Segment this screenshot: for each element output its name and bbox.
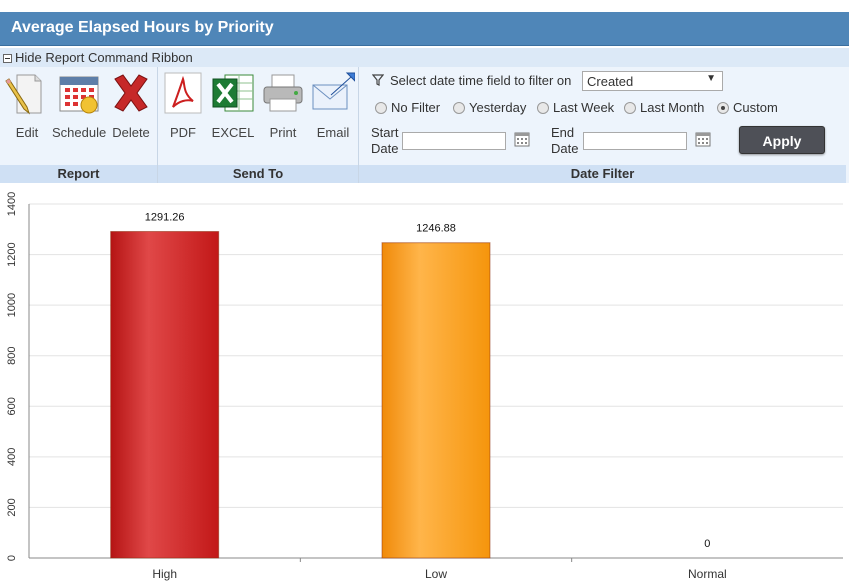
edit-label: Edit — [15, 125, 39, 140]
radio-dot[interactable] — [537, 102, 549, 114]
command-ribbon: Edit Schedule Delete Report PDF EXCEL Pr… — [0, 67, 849, 183]
edit-button[interactable]: Edit — [0, 71, 54, 141]
delete-icon — [114, 74, 148, 112]
apply-button[interactable]: Apply — [739, 126, 825, 154]
x-tick-label: Normal — [688, 567, 727, 581]
radio-label: No Filter — [391, 100, 441, 115]
date-filter-group-title: Date Filter — [359, 165, 846, 183]
y-tick-label: 200 — [6, 498, 18, 516]
send-to-group-title: Send To — [158, 165, 358, 183]
bar-chart: 0 200 400 600 800 1000 1200 1400 1291.26 High 1246… — [0, 186, 849, 588]
excel-label: EXCEL — [211, 125, 255, 140]
report-group: Edit Schedule Delete Report — [0, 67, 158, 183]
end-date-label: End Date — [551, 125, 579, 156]
email-label: Email — [316, 125, 350, 140]
edit-icon — [5, 74, 42, 115]
collapse-icon[interactable] — [3, 54, 12, 63]
email-button[interactable]: Email — [306, 71, 360, 141]
radio-label: Last Month — [640, 100, 705, 115]
calendar-picker-icon[interactable] — [514, 131, 530, 147]
print-button[interactable]: Print — [256, 71, 310, 141]
delete-button[interactable]: Delete — [104, 71, 158, 141]
radio-dot[interactable] — [453, 102, 465, 114]
pdf-label: PDF — [170, 125, 196, 140]
radio-last-month[interactable]: Last Month — [624, 100, 704, 115]
radio-no-filter[interactable]: No Filter — [375, 100, 440, 115]
radio-last-week[interactable]: Last Week — [537, 100, 614, 115]
print-label: Print — [269, 125, 297, 140]
y-tick-label: 1400 — [6, 192, 18, 216]
schedule-label: Schedule — [52, 125, 107, 140]
bar-high — [110, 230, 220, 559]
date-field-select[interactable]: Created ▼ — [582, 71, 723, 91]
calendar-icon — [59, 76, 99, 114]
filter-icon — [372, 74, 384, 86]
filter-field-label: Select date time field to filter on — [390, 73, 572, 88]
radio-label: Last Week — [553, 100, 615, 115]
y-tick-label: 1000 — [6, 293, 18, 317]
date-field-value: Created — [587, 74, 634, 89]
excel-icon — [212, 74, 254, 112]
data-label: 1291.26 — [145, 211, 185, 223]
data-label: 1246.88 — [416, 223, 456, 235]
x-tick-label: High — [152, 567, 177, 581]
hide-ribbon-label: Hide Report Command Ribbon — [15, 50, 193, 65]
radio-yesterday[interactable]: Yesterday — [453, 100, 526, 115]
start-date-label: Start Date — [371, 125, 399, 156]
calendar-picker-icon[interactable] — [695, 131, 711, 147]
chart-canvas: 0 200 400 600 800 1000 1200 1400 1291.26 High 1246… — [6, 192, 843, 581]
excel-button[interactable]: EXCEL — [206, 71, 260, 141]
radio-dot[interactable] — [717, 102, 729, 114]
report-title: Average Elapsed Hours by Priority — [0, 12, 849, 46]
bar-low — [381, 242, 491, 559]
send-to-group: PDF EXCEL Print Email Send To — [158, 67, 359, 183]
y-tick-label: 0 — [6, 555, 18, 561]
start-date-input[interactable] — [402, 132, 506, 150]
x-tick-label: Low — [425, 567, 447, 581]
pdf-icon — [164, 72, 202, 114]
email-icon — [312, 72, 355, 110]
data-label: 0 — [704, 538, 710, 550]
radio-custom[interactable]: Custom — [717, 100, 778, 115]
y-tick-label: 1200 — [6, 242, 18, 266]
y-tick-label: 600 — [6, 397, 18, 415]
chevron-down-icon: ▼ — [706, 73, 716, 84]
y-tick-label: 400 — [6, 448, 18, 466]
radio-dot[interactable] — [375, 102, 387, 114]
radio-label: Yesterday — [469, 100, 527, 115]
printer-icon — [263, 74, 303, 112]
radio-label: Custom — [733, 100, 778, 115]
report-group-title: Report — [0, 165, 157, 183]
delete-label: Delete — [112, 125, 150, 140]
pdf-button[interactable]: PDF — [156, 71, 210, 141]
radio-dot[interactable] — [624, 102, 636, 114]
y-tick-label: 800 — [6, 347, 18, 365]
end-date-input[interactable] — [583, 132, 687, 150]
hide-ribbon-toggle[interactable]: Hide Report Command Ribbon — [0, 48, 849, 67]
schedule-button[interactable]: Schedule — [52, 71, 106, 141]
